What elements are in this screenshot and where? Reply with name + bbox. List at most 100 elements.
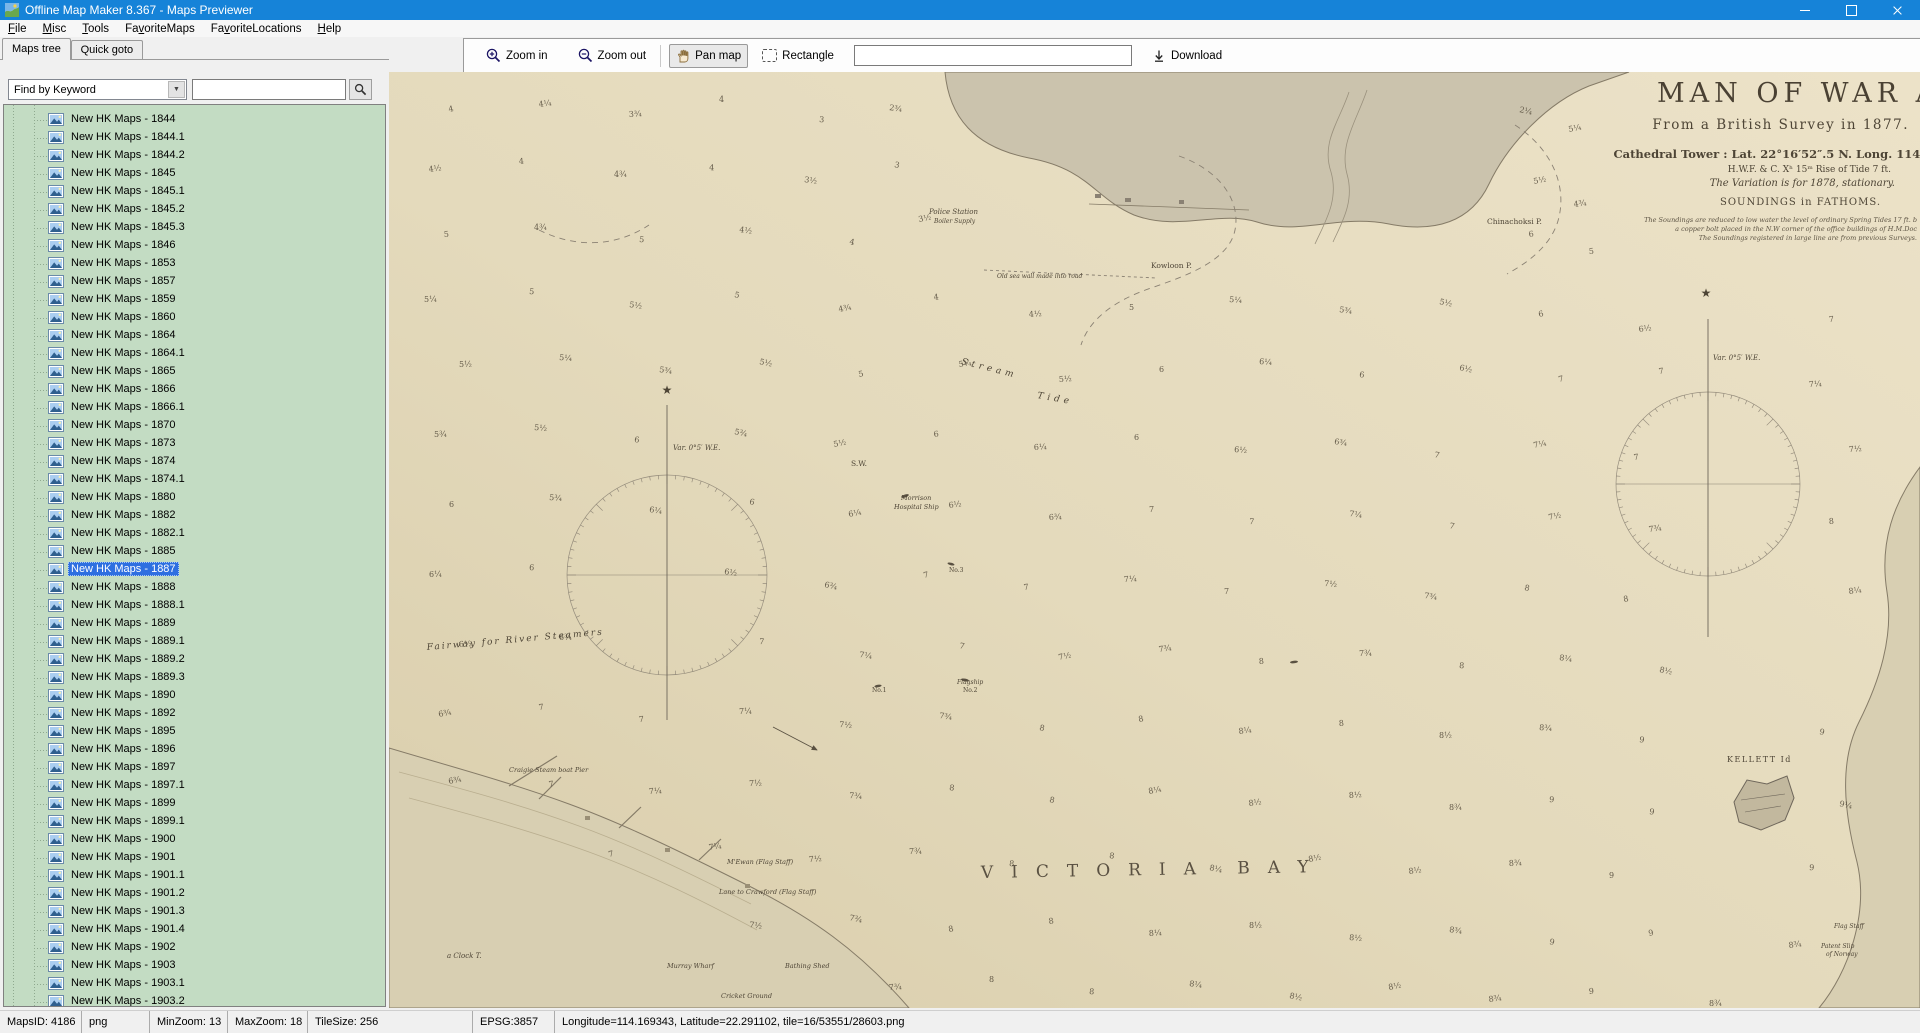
map-item-icon	[48, 365, 64, 378]
tree-item[interactable]: New HK Maps - 1845	[4, 165, 385, 183]
tree-item[interactable]: New HK Maps - 1874.1	[4, 471, 385, 489]
tree-item[interactable]: New HK Maps - 1882.1	[4, 525, 385, 543]
tree-item-label: New HK Maps - 1853	[68, 256, 179, 270]
svg-text:7½: 7½	[1324, 579, 1338, 589]
svg-text:7½: 7½	[749, 920, 763, 931]
map-item-icon	[48, 203, 64, 216]
chevron-down-icon[interactable]: ▼	[168, 81, 185, 98]
tree-item[interactable]: New HK Maps - 1903	[4, 957, 385, 975]
titlebar: Offline Map Maker 8.367 - Maps Previewer	[0, 0, 1920, 20]
sidebar-tabs: Maps treeQuick goto	[0, 38, 389, 60]
tree-item[interactable]: New HK Maps - 1845.2	[4, 201, 385, 219]
tree-item-label: New HK Maps - 1901.1	[68, 868, 188, 882]
tree-item[interactable]: New HK Maps - 1900	[4, 831, 385, 849]
tree-item[interactable]: New HK Maps - 1897.1	[4, 777, 385, 795]
tree-connector	[34, 984, 47, 985]
tree-item[interactable]: New HK Maps - 1902	[4, 939, 385, 957]
tree-item[interactable]: New HK Maps - 1890	[4, 687, 385, 705]
tree-item[interactable]: New HK Maps - 1896	[4, 741, 385, 759]
toolbar-input[interactable]	[854, 45, 1132, 66]
tree-connector	[34, 408, 47, 409]
rectangle-label: Rectangle	[782, 50, 834, 62]
tree-item[interactable]: New HK Maps - 1853	[4, 255, 385, 273]
tree-item[interactable]: New HK Maps - 1889.1	[4, 633, 385, 651]
tree-item[interactable]: New HK Maps - 1866	[4, 381, 385, 399]
tree-item[interactable]: New HK Maps - 1897	[4, 759, 385, 777]
tree-item[interactable]: New HK Maps - 1845.3	[4, 219, 385, 237]
tree-item[interactable]: New HK Maps - 1866.1	[4, 399, 385, 417]
tree-item[interactable]: New HK Maps - 1846	[4, 237, 385, 255]
tree-item[interactable]: New HK Maps - 1859	[4, 291, 385, 309]
tree-item[interactable]: New HK Maps - 1903.1	[4, 975, 385, 993]
svg-text:8½: 8½	[1349, 933, 1363, 943]
tree-item-label: New HK Maps - 1896	[68, 742, 179, 756]
svg-text:of Norway: of Norway	[1826, 951, 1858, 958]
menu-help[interactable]: Help	[310, 22, 350, 36]
menu-misc[interactable]: Misc	[35, 22, 75, 36]
menu-tools[interactable]: Tools	[74, 22, 117, 36]
tree-item[interactable]: New HK Maps - 1880	[4, 489, 385, 507]
zoom-in-label: Zoom in	[506, 50, 548, 62]
tree-connector	[34, 876, 47, 877]
tree-item[interactable]: New HK Maps - 1887	[4, 561, 385, 579]
tree-item[interactable]: New HK Maps - 1845.1	[4, 183, 385, 201]
tree-item[interactable]: New HK Maps - 1844.2	[4, 147, 385, 165]
tree-item[interactable]: New HK Maps - 1888.1	[4, 597, 385, 615]
map-item-icon	[48, 761, 64, 774]
tree-item[interactable]: New HK Maps - 1870	[4, 417, 385, 435]
tree-item[interactable]: New HK Maps - 1901.3	[4, 903, 385, 921]
tree-item[interactable]: New HK Maps - 1901.4	[4, 921, 385, 939]
map-view[interactable]: ★Var. 0°5′ W.E.★Var. 0°5′ W.E. 44¼3¾432¾…	[389, 72, 1920, 1008]
tree-item[interactable]: New HK Maps - 1844.1	[4, 129, 385, 147]
tree-item[interactable]: New HK Maps - 1901.1	[4, 867, 385, 885]
tree-item[interactable]: New HK Maps - 1885	[4, 543, 385, 561]
svg-text:9: 9	[1589, 987, 1595, 996]
tree-item[interactable]: New HK Maps - 1873	[4, 435, 385, 453]
search-button[interactable]	[349, 79, 372, 100]
close-button[interactable]	[1874, 0, 1920, 20]
tree-item[interactable]: New HK Maps - 1888	[4, 579, 385, 597]
tree-item[interactable]: New HK Maps - 1889.2	[4, 651, 385, 669]
zoom-in-button[interactable]: Zoom in	[480, 44, 554, 67]
close-icon	[1892, 5, 1903, 16]
tree-item-label: New HK Maps - 1899	[68, 796, 179, 810]
find-mode-select[interactable]: Find by Keyword ▼	[8, 79, 187, 100]
maximize-button[interactable]	[1828, 0, 1874, 20]
tree-item[interactable]: New HK Maps - 1901	[4, 849, 385, 867]
tree-item[interactable]: New HK Maps - 1857	[4, 273, 385, 291]
tree-item[interactable]: New HK Maps - 1889	[4, 615, 385, 633]
menu-file[interactable]: File	[0, 22, 35, 36]
tab-quick-goto[interactable]: Quick goto	[71, 40, 144, 59]
tree-item[interactable]: New HK Maps - 1860	[4, 309, 385, 327]
tree-item[interactable]: New HK Maps - 1895	[4, 723, 385, 741]
tree-item[interactable]: New HK Maps - 1889.3	[4, 669, 385, 687]
svg-text:5½: 5½	[629, 300, 643, 311]
search-input[interactable]	[192, 79, 346, 100]
download-button[interactable]: Download	[1146, 45, 1228, 67]
tree-connector	[34, 696, 47, 697]
tab-maps-tree[interactable]: Maps tree	[2, 38, 71, 60]
tree-item[interactable]: New HK Maps - 1844	[4, 111, 385, 129]
tree-item[interactable]: New HK Maps - 1899	[4, 795, 385, 813]
tree-item[interactable]: New HK Maps - 1864	[4, 327, 385, 345]
menu-favoritemaps[interactable]: FavoriteMaps	[117, 22, 203, 36]
tree-item[interactable]: New HK Maps - 1901.2	[4, 885, 385, 903]
tree-item[interactable]: New HK Maps - 1864.1	[4, 345, 385, 363]
menu-favoritelocations[interactable]: FavoriteLocations	[203, 22, 310, 36]
minimize-button[interactable]	[1782, 0, 1828, 20]
tree-item[interactable]: New HK Maps - 1899.1	[4, 813, 385, 831]
rectangle-button[interactable]: Rectangle	[756, 45, 840, 66]
tree-item[interactable]: New HK Maps - 1892	[4, 705, 385, 723]
tree-item[interactable]: New HK Maps - 1903.2	[4, 993, 385, 1007]
tree-item[interactable]: New HK Maps - 1882	[4, 507, 385, 525]
zoom-out-button[interactable]: Zoom out	[572, 44, 653, 67]
tree-connector	[34, 948, 47, 949]
svg-text:3½: 3½	[804, 175, 818, 186]
tree-item[interactable]: New HK Maps - 1865	[4, 363, 385, 381]
map-item-icon	[48, 797, 64, 810]
tree-item-label: New HK Maps - 1895	[68, 724, 179, 738]
tree-item[interactable]: New HK Maps - 1874	[4, 453, 385, 471]
svg-text:6½: 6½	[1234, 445, 1248, 455]
svg-text:7¼: 7¼	[708, 841, 722, 852]
pan-map-button[interactable]: Pan map	[669, 44, 748, 68]
